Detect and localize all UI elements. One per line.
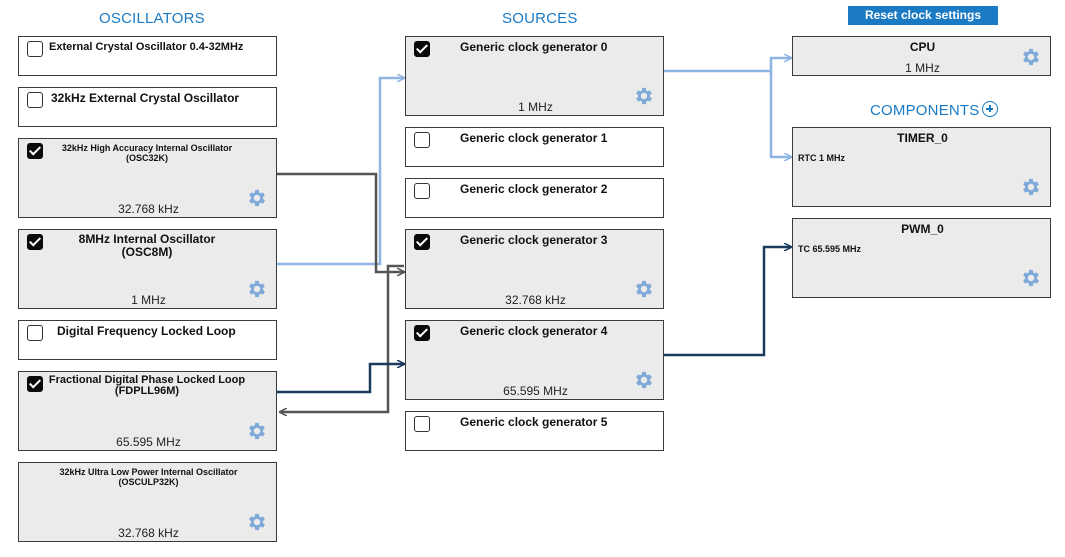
add-circle-icon[interactable] (982, 101, 998, 117)
component-input-label: RTC 1 MHz (798, 153, 845, 163)
oscillator-dfll[interactable]: Digital Frequency Locked Loop (18, 320, 277, 360)
cpu-frequency: 1 MHz (905, 61, 940, 75)
wire-osc32k-gclk3 (277, 172, 404, 272)
oscillator-name: 32kHz Ultra Low Power Internal Oscillato… (59, 467, 238, 477)
checkbox-icon[interactable] (414, 325, 430, 341)
gear-icon[interactable] (246, 420, 268, 442)
gear-icon[interactable] (246, 187, 268, 209)
oscillator-32khz-external-crystal[interactable]: 32kHz External Crystal Oscillator (18, 87, 277, 127)
source-title: Generic clock generator 2 (460, 182, 608, 196)
wire-osc8m-gclk0 (277, 78, 404, 266)
oscillator-frequency: 32.768 kHz (118, 526, 179, 540)
wire-gclk3-fdpll (280, 264, 404, 412)
oscillator-osc8m[interactable]: 8MHz Internal Oscillator (OSC8M) 1 MHz (18, 229, 277, 309)
generic-clock-generator-3[interactable]: Generic clock generator 3 32.768 kHz (405, 229, 664, 309)
oscillator-title: 32kHz Ultra Low Power Internal Oscillato… (29, 467, 268, 487)
oscillator-external-crystal[interactable]: External Crystal Oscillator 0.4-32MHz (18, 36, 277, 76)
component-title: PWM_0 (901, 222, 944, 236)
source-frequency: 1 MHz (518, 100, 553, 114)
gear-icon[interactable] (1020, 176, 1042, 198)
checkbox-icon[interactable] (414, 416, 430, 432)
oscillator-title: Digital Frequency Locked Loop (57, 324, 236, 338)
component-title: TIMER_0 (897, 131, 948, 145)
source-title: Generic clock generator 1 (460, 131, 608, 145)
component-timer-0[interactable]: TIMER_0 RTC 1 MHz (792, 127, 1051, 207)
generic-clock-generator-4[interactable]: Generic clock generator 4 65.595 MHz (405, 320, 664, 400)
component-pwm-0[interactable]: PWM_0 TC 65.595 MHz (792, 218, 1051, 298)
gear-icon[interactable] (1020, 46, 1042, 68)
gear-icon[interactable] (246, 511, 268, 533)
checkbox-icon[interactable] (414, 132, 430, 148)
cpu-block[interactable]: CPU 1 MHz (792, 36, 1051, 76)
components-header: COMPONENTS (870, 102, 980, 119)
oscillator-name: 32kHz High Accuracy Internal Oscillator (61, 143, 233, 153)
generic-clock-generator-2[interactable]: Generic clock generator 2 (405, 178, 664, 218)
oscillator-code: (OSC8M) (121, 245, 173, 259)
oscillator-frequency: 65.595 MHz (116, 435, 181, 449)
oscillators-header: OSCILLATORS (99, 10, 205, 27)
source-frequency: 32.768 kHz (505, 293, 566, 307)
gear-icon[interactable] (246, 278, 268, 300)
source-title: Generic clock generator 0 (460, 40, 608, 54)
oscillator-frequency: 32.768 kHz (118, 202, 179, 216)
checkbox-icon[interactable] (414, 183, 430, 199)
wire-fdpll-gclk4 (277, 364, 404, 394)
checkbox-icon[interactable] (27, 41, 43, 57)
generic-clock-generator-0[interactable]: Generic clock generator 0 1 MHz (405, 36, 664, 116)
gear-icon[interactable] (633, 369, 655, 391)
oscillator-frequency: 1 MHz (131, 293, 166, 307)
source-title: Generic clock generator 5 (460, 415, 608, 429)
checkbox-icon[interactable] (27, 92, 43, 108)
oscillator-title: External Crystal Oscillator 0.4-32MHz (49, 41, 244, 53)
generic-clock-generator-1[interactable]: Generic clock generator 1 (405, 127, 664, 167)
sources-header: SOURCES (502, 10, 578, 27)
checkbox-icon[interactable] (414, 41, 430, 57)
checkbox-icon[interactable] (27, 325, 43, 341)
wire-gclk4-pwm (664, 247, 791, 357)
gear-icon[interactable] (1020, 267, 1042, 289)
source-title: Generic clock generator 4 (460, 324, 608, 338)
gear-icon[interactable] (633, 85, 655, 107)
cpu-title: CPU (909, 40, 936, 54)
oscillator-title: 32kHz High Accuracy Internal Oscillator … (47, 143, 247, 163)
source-frequency: 65.595 MHz (503, 384, 568, 398)
oscillator-osc32k[interactable]: 32kHz High Accuracy Internal Oscillator … (18, 138, 277, 218)
wire-gclk0-cpu (664, 58, 791, 73)
oscillator-fdpll96m[interactable]: Fractional Digital Phase Locked Loop (FD… (18, 371, 277, 451)
source-title: Generic clock generator 3 (460, 233, 608, 247)
oscillator-code: (OSCULP32K) (118, 477, 179, 487)
checkbox-icon[interactable] (27, 376, 43, 392)
gear-icon[interactable] (633, 278, 655, 300)
checkbox-icon[interactable] (414, 234, 430, 250)
generic-clock-generator-5[interactable]: Generic clock generator 5 (405, 411, 664, 451)
checkbox-icon[interactable] (27, 143, 43, 159)
oscillator-osculp32k[interactable]: 32kHz Ultra Low Power Internal Oscillato… (18, 462, 277, 542)
oscillator-title: 8MHz Internal Oscillator (OSC8M) (47, 233, 247, 259)
oscillator-code: (OSC32K) (125, 153, 168, 163)
reset-clock-settings-button[interactable]: Reset clock settings (848, 6, 998, 25)
oscillator-title: 32kHz External Crystal Oscillator (51, 91, 240, 105)
oscillator-title: Fractional Digital Phase Locked Loop (FD… (45, 375, 249, 397)
checkbox-icon[interactable] (27, 234, 43, 250)
oscillator-code: (FDPLL96M) (114, 385, 180, 397)
wire-gclk0-timer (769, 71, 791, 157)
component-input-label: TC 65.595 MHz (798, 244, 862, 254)
